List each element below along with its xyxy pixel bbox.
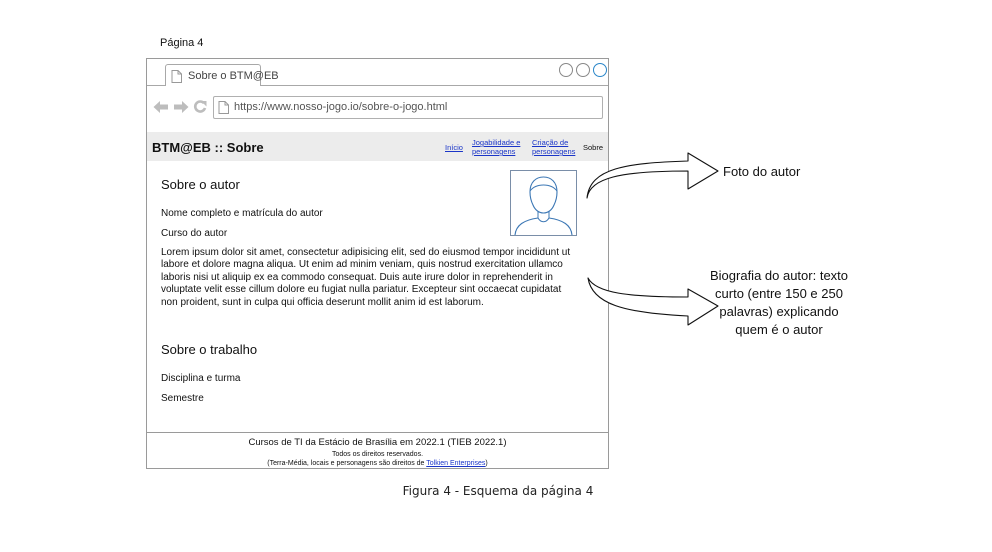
figure-caption: Figura 4 - Esquema da página 4 xyxy=(402,484,594,498)
annotation-photo: Foto do autor xyxy=(723,164,801,179)
annotation-bio: Biografia do autor: texto curto (entre 1… xyxy=(709,268,849,337)
photo-callout-arrow xyxy=(586,152,719,199)
bio-callout-arrow xyxy=(587,277,719,326)
